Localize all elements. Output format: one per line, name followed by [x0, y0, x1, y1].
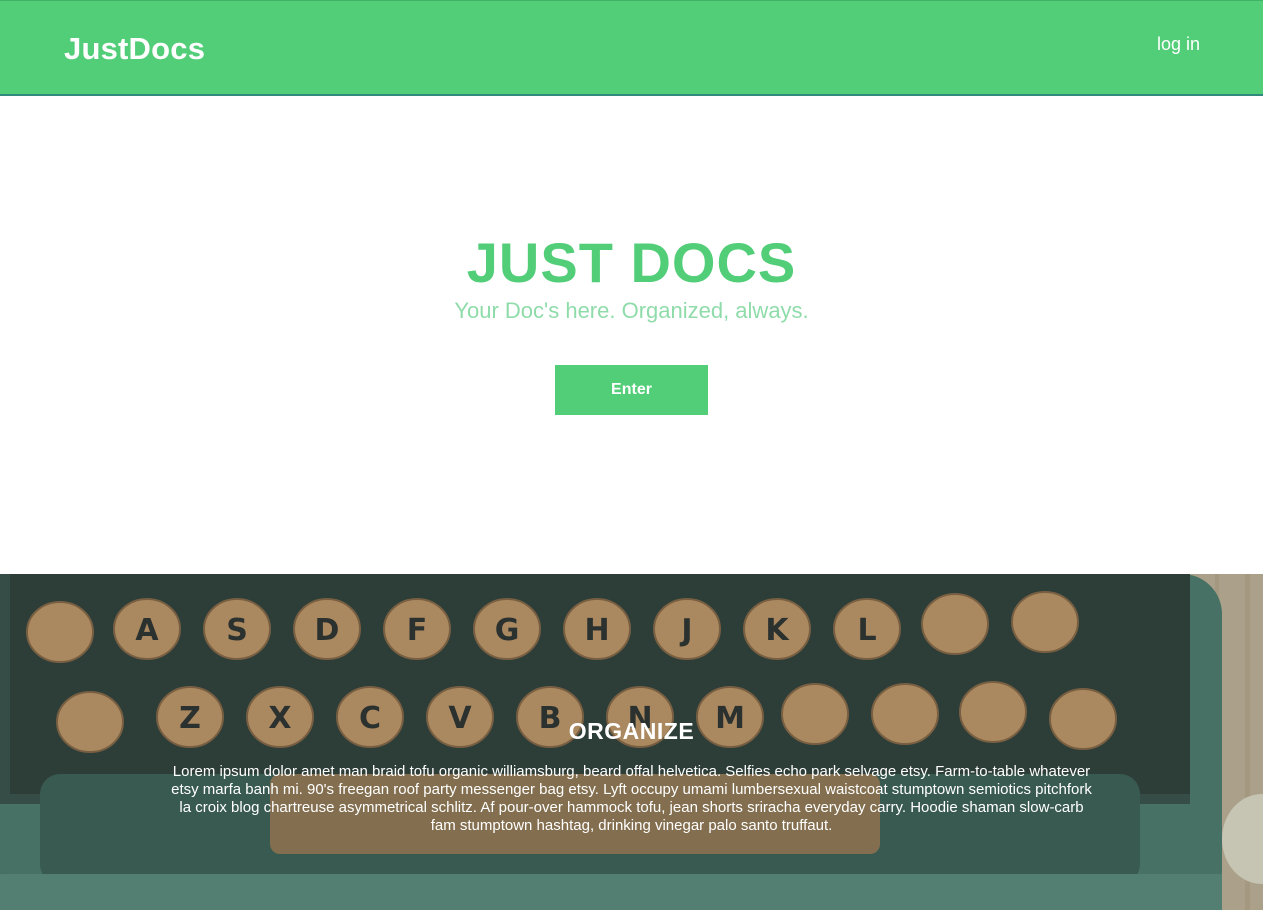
hero-subtitle: Your Doc's here. Organized, always. — [454, 298, 809, 323]
brand-logo[interactable]: JustDocs — [64, 31, 205, 67]
feature-title: ORGANIZE — [568, 718, 695, 744]
hero-section: JUST DOCS Your Doc's here. Organized, al… — [0, 96, 1263, 574]
enter-button[interactable]: Enter — [555, 365, 708, 415]
navbar: JustDocs log in — [0, 0, 1263, 96]
login-link[interactable]: log in — [1157, 34, 1200, 55]
feature-text: Lorem ipsum dolor amet man braid tofu or… — [171, 763, 1092, 834]
feature-section: ASDFGHJKLZXCVBNM ORGANIZE Lorem ipsum do… — [0, 574, 1263, 910]
hero-title: JUST DOCS — [466, 231, 797, 294]
